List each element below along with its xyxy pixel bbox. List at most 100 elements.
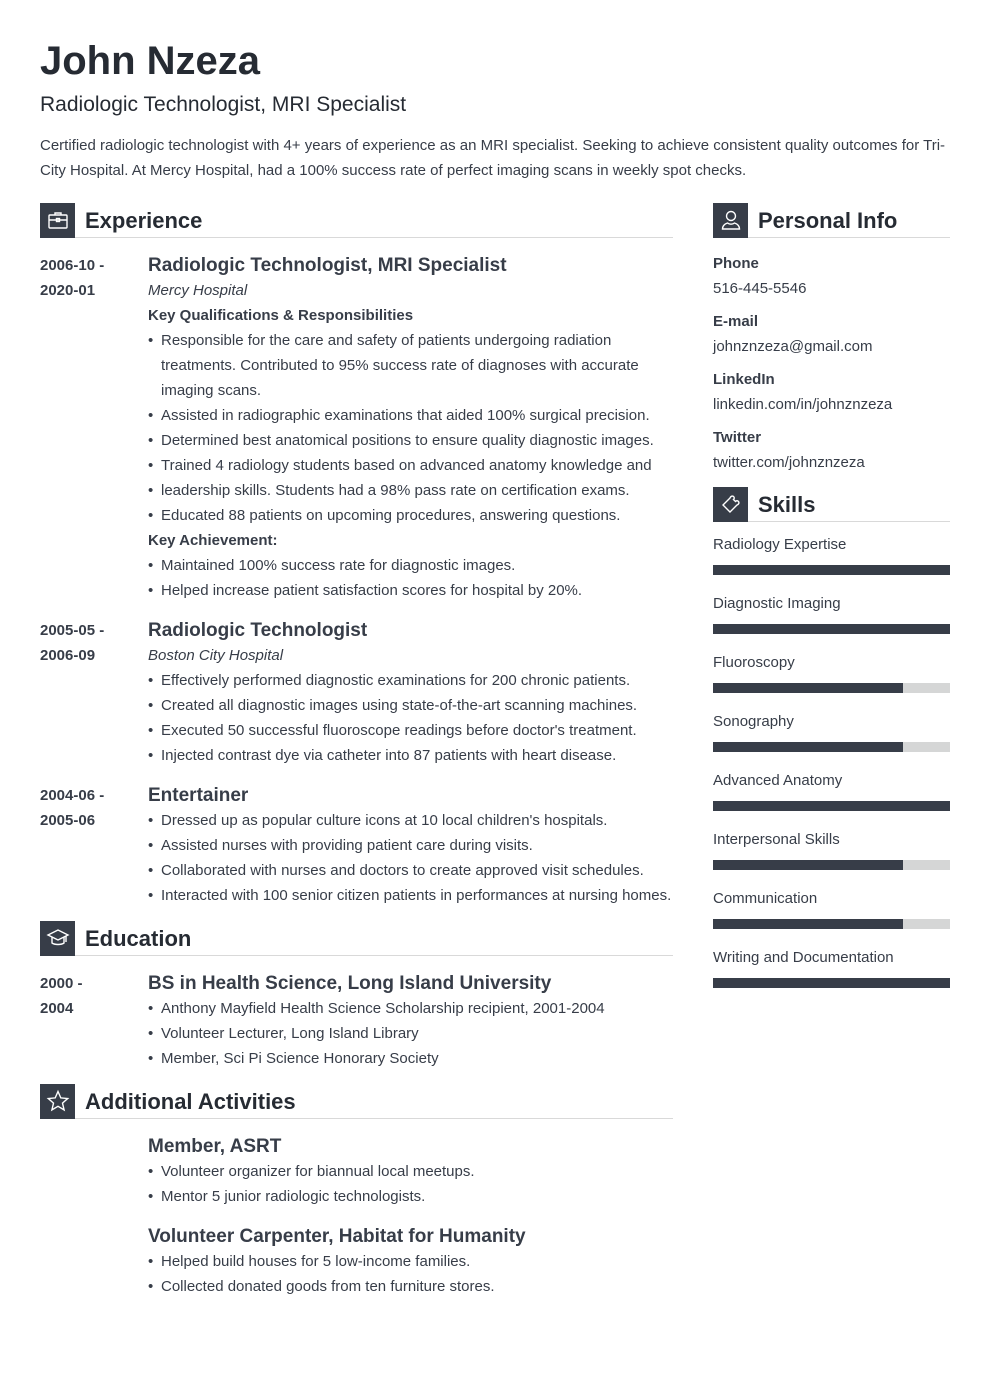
skill-item: Sonography [713, 709, 950, 752]
skill-item: Communication [713, 886, 950, 929]
skills-heading: Skills [758, 491, 816, 517]
list-item: Helped build houses for 5 low-income fam… [148, 1249, 673, 1274]
list-item: Educated 88 patients on upcoming procedu… [148, 503, 673, 528]
linkedin-value[interactable]: linkedin.com/in/johnznzeza [713, 392, 950, 417]
activity-entry: Volunteer Carpenter, Habitat for Humanit… [40, 1224, 673, 1299]
list-item: Mentor 5 junior radiologic technologists… [148, 1184, 673, 1209]
phone-label: Phone [713, 255, 759, 272]
email-value[interactable]: johnznzeza@gmail.com [713, 334, 950, 359]
skill-level-bar [713, 978, 950, 988]
list-item: Assisted nurses with providing patient c… [148, 833, 673, 858]
skill-level-bar [713, 683, 950, 693]
skill-name: Interpersonal Skills [713, 831, 840, 848]
list-item: Executed 50 successful fluoroscope readi… [148, 718, 673, 743]
candidate-name: John Nzeza [40, 39, 261, 83]
activity-title: Volunteer Carpenter, Habitat for Humanit… [148, 1226, 526, 1247]
twitter-label: Twitter [713, 429, 762, 446]
skill-item: Fluoroscopy [713, 650, 950, 693]
skill-level-bar [713, 624, 950, 634]
skill-level-fill [713, 683, 903, 693]
date-start: 2005-05 - [40, 622, 105, 639]
skill-name: Writing and Documentation [713, 949, 894, 966]
skills-section-header: Skills [713, 486, 950, 522]
date-start: 2000 - [40, 975, 83, 992]
list-item: Assisted in radiographic examinations th… [148, 403, 673, 428]
skill-name: Advanced Anatomy [713, 772, 843, 789]
briefcase-icon [40, 202, 75, 238]
left-column: Experience 2006-10 - 2020-01 Radiologic … [40, 202, 673, 1299]
right-column: Personal Info Phone 516-445-5546 E-mail … [713, 202, 950, 1004]
skill-level-fill [713, 978, 950, 988]
skill-level-bar [713, 801, 950, 811]
list-item: leadership skills. Students had a 98% pa… [148, 478, 673, 503]
puzzle-piece-icon [713, 486, 748, 522]
user-icon [713, 202, 748, 238]
bullet-list: Maintained 100% success rate for diagnos… [148, 553, 673, 603]
skill-level-fill [713, 624, 950, 634]
skill-name: Diagnostic Imaging [713, 595, 841, 612]
bullet-list: Dressed up as popular culture icons at 1… [148, 808, 673, 908]
employer: Mercy Hospital [148, 282, 248, 299]
subheading: Key Achievement: [148, 532, 278, 549]
education-section-header: Education [40, 920, 673, 956]
date-end: 2020-01 [40, 282, 96, 299]
experience-heading: Experience [85, 207, 203, 233]
degree: BS in Health Science, Long Island Univer… [148, 973, 552, 994]
bullet-list: Volunteer organizer for biannual local m… [148, 1159, 673, 1209]
skills-list: Radiology Expertise Diagnostic Imaging Flu… [713, 532, 950, 988]
personal-info-heading: Personal Info [758, 207, 898, 233]
list-item: Collaborated with nurses and doctors to … [148, 858, 673, 883]
skill-name: Radiology Expertise [713, 536, 847, 553]
skill-level-fill [713, 742, 903, 752]
summary-text: Certified radiologic technologist with 4… [40, 137, 946, 179]
date-end: 2004 [40, 1000, 74, 1017]
list-item: Responsible for the care and safety of p… [148, 328, 673, 403]
skill-level-fill [713, 919, 903, 929]
skill-name: Fluoroscopy [713, 654, 795, 671]
candidate-title: Radiologic Technologist, MRI Specialist [40, 93, 407, 116]
list-item: Volunteer organizer for biannual local m… [148, 1159, 673, 1184]
list-item: Effectively performed diagnostic examina… [148, 668, 673, 693]
skill-item: Writing and Documentation [713, 945, 950, 988]
list-item: Member, Sci Pi Science Honorary Society [148, 1046, 673, 1071]
bullet-list: Responsible for the care and safety of p… [148, 328, 673, 528]
list-item: Collected donated goods from ten furnitu… [148, 1274, 673, 1299]
job-title: Radiologic Technologist [148, 620, 368, 641]
skill-level-bar [713, 742, 950, 752]
graduation-cap-icon [40, 920, 75, 956]
experience-entry: 2004-06 - 2005-06 Entertainer Dressed up… [40, 783, 673, 908]
date-start: 2004-06 - [40, 787, 105, 804]
experience-entry: 2006-10 - 2020-01 Radiologic Technologis… [40, 253, 673, 603]
skill-level-fill [713, 801, 950, 811]
list-item: Created all diagnostic images using stat… [148, 693, 673, 718]
activities-section-header: Additional Activities [40, 1083, 673, 1119]
list-item: Injected contrast dye via catheter into … [148, 743, 673, 768]
list-item: Interacted with 100 senior citizen patie… [148, 883, 673, 908]
subheading: Key Qualifications & Responsibilities [148, 307, 414, 324]
activity-entry: Member, ASRT Volunteer organizer for bia… [40, 1134, 673, 1209]
twitter-value[interactable]: twitter.com/johnznzeza [713, 450, 950, 475]
job-title: Entertainer [148, 785, 249, 806]
list-item: Trained 4 radiology students based on ad… [148, 453, 673, 478]
list-item: Helped increase patient satisfaction sco… [148, 578, 673, 603]
entry-dates: 2000 - 2004 [40, 971, 140, 1021]
email-label: E-mail [713, 313, 759, 330]
activities-heading: Additional Activities [85, 1088, 296, 1114]
entry-dates: 2006-10 - 2020-01 [40, 253, 140, 303]
linkedin-label: LinkedIn [713, 371, 775, 388]
list-item: Dressed up as popular culture icons at 1… [148, 808, 673, 833]
experience-section-header: Experience [40, 202, 673, 238]
skill-item: Radiology Expertise [713, 532, 950, 575]
skill-level-fill [713, 860, 903, 870]
bullet-list: Helped build houses for 5 low-income fam… [148, 1249, 673, 1299]
entry-dates: 2005-05 - 2006-09 [40, 618, 140, 668]
personal-info-list: Phone 516-445-5546 E-mail johnznzeza@gma… [713, 251, 950, 475]
date-end: 2006-09 [40, 647, 96, 664]
skill-item: Interpersonal Skills [713, 827, 950, 870]
job-title: Radiologic Technologist, MRI Specialist [148, 255, 507, 276]
personal-info-section-header: Personal Info [713, 202, 950, 238]
date-end: 2005-06 [40, 812, 96, 829]
star-icon [40, 1083, 75, 1119]
skill-name: Sonography [713, 713, 794, 730]
list-item: Determined best anatomical positions to … [148, 428, 673, 453]
